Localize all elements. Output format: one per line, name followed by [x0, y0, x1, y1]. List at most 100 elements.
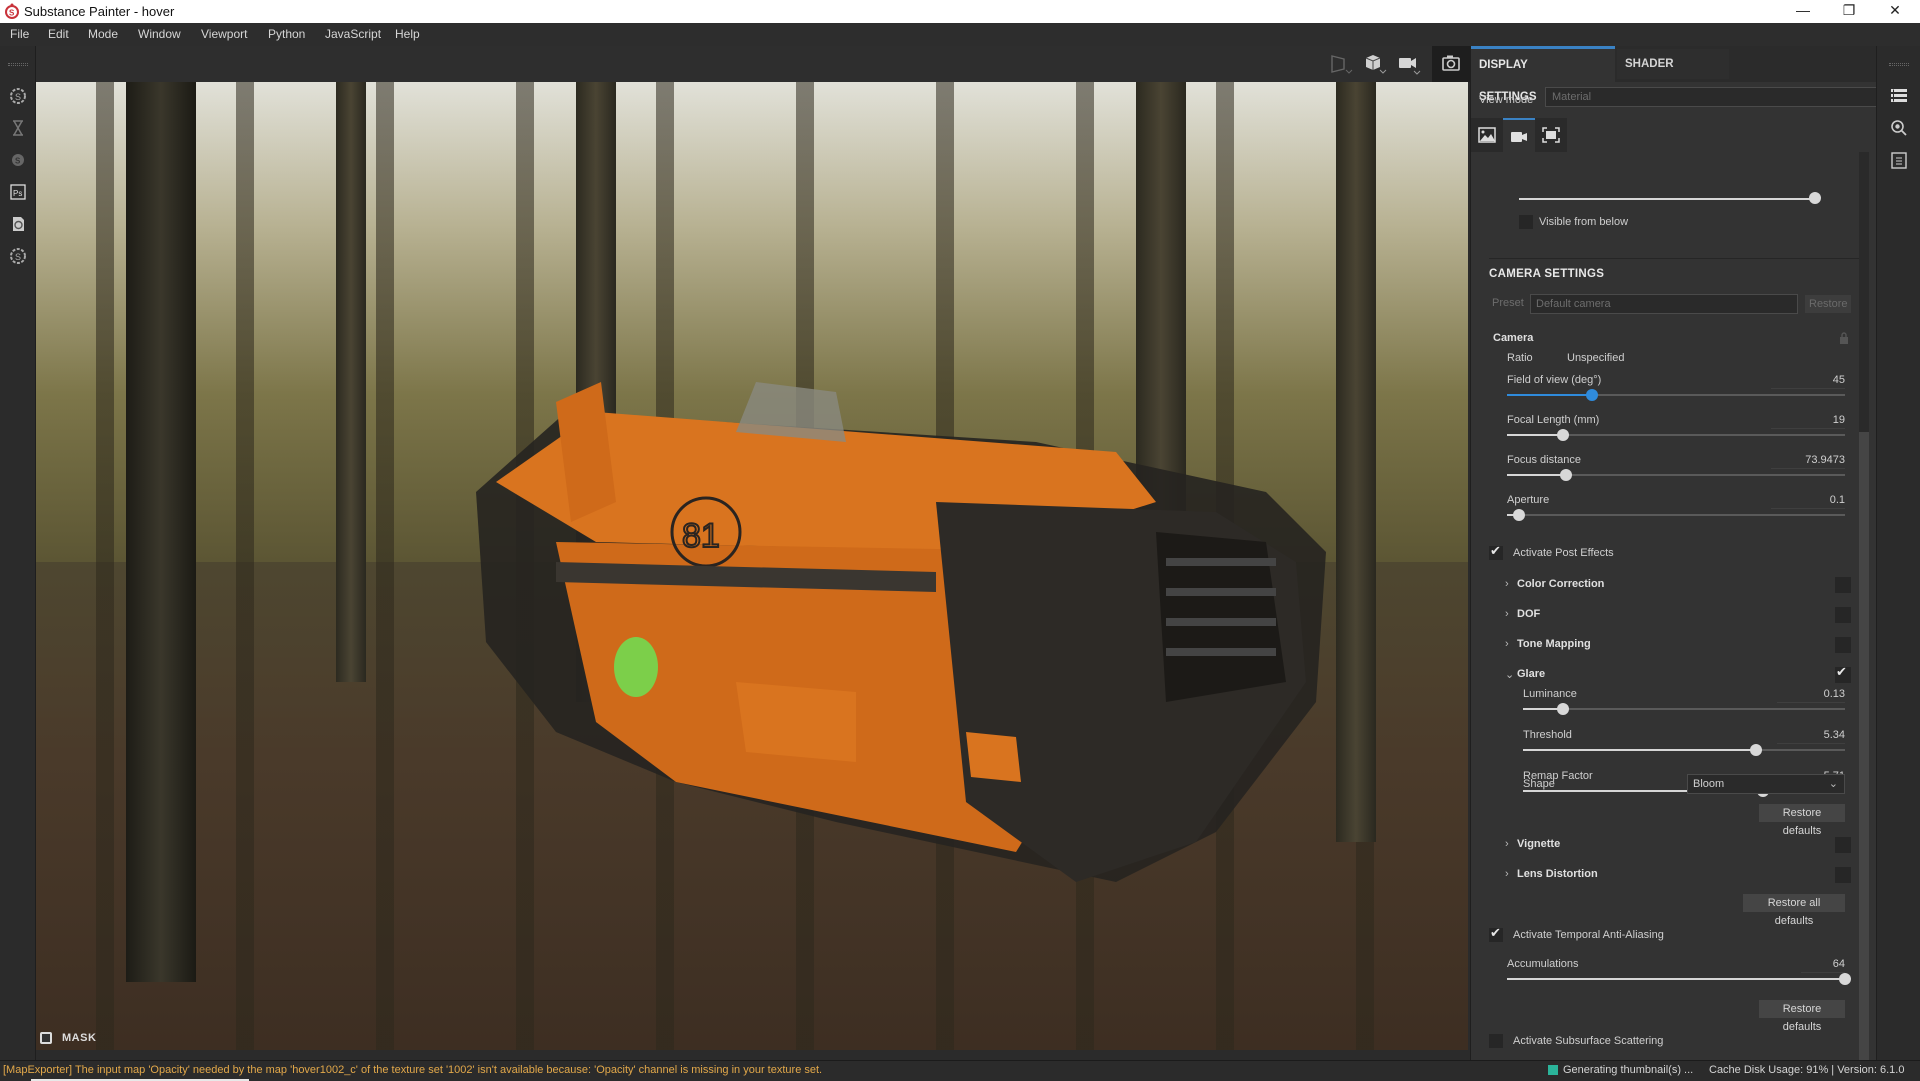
- glare-slider[interactable]: [1523, 703, 1845, 715]
- log-message[interactable]: [MapExporter] The input map 'Opacity' ne…: [3, 1064, 822, 1076]
- chevron-down-icon[interactable]: ⌄: [1505, 668, 1514, 681]
- search-resources-icon[interactable]: [1889, 118, 1909, 138]
- effect-enable-checkbox[interactable]: [1835, 867, 1851, 883]
- camera-slider-value[interactable]: 0.1: [1771, 494, 1845, 509]
- slider-knob[interactable]: [1839, 973, 1851, 985]
- left-plugin-toolbar: S S Ps S: [0, 46, 36, 1060]
- effect-group-label[interactable]: Vignette: [1517, 838, 1560, 850]
- sync-document-icon[interactable]: [8, 214, 28, 234]
- sss-checkbox[interactable]: [1489, 1034, 1503, 1048]
- chevron-right-icon[interactable]: ›: [1505, 838, 1509, 850]
- post-effects-checkbox[interactable]: ✔: [1489, 543, 1503, 560]
- chevron-right-icon[interactable]: ›: [1505, 638, 1509, 650]
- post-effects-label: Activate Post Effects: [1513, 547, 1614, 559]
- substance-gear-icon[interactable]: S: [8, 86, 28, 106]
- subtab-environment[interactable]: [1471, 118, 1503, 152]
- effect-enable-checkbox[interactable]: [1835, 577, 1851, 593]
- camera-slider[interactable]: [1507, 429, 1845, 441]
- dock-grip[interactable]: [1889, 63, 1909, 66]
- slider-knob[interactable]: [1560, 469, 1573, 481]
- taa-restore-defaults-button[interactable]: Restore defaults: [1759, 1000, 1845, 1033]
- chevron-right-icon[interactable]: ›: [1505, 608, 1509, 620]
- camera-slider[interactable]: [1507, 509, 1845, 521]
- effect-group-label[interactable]: Color Correction: [1517, 578, 1604, 590]
- accumulations-slider[interactable]: [1507, 973, 1851, 985]
- effect-group-label[interactable]: Glare: [1517, 668, 1545, 680]
- log-notes-icon[interactable]: [1889, 150, 1909, 170]
- restore-preset-button[interactable]: Restore: [1805, 295, 1851, 313]
- minimize-button[interactable]: —: [1780, 0, 1826, 23]
- glare-slider-label: Luminance: [1523, 688, 1577, 700]
- panel-scrollbar[interactable]: [1859, 152, 1869, 1060]
- perspective-icon[interactable]: [1328, 52, 1356, 76]
- activity-indicator-icon: [1548, 1065, 1558, 1075]
- visible-from-below-checkbox[interactable]: [1519, 215, 1533, 229]
- glare-slider[interactable]: [1523, 744, 1845, 756]
- camera-slider-label: Aperture: [1507, 494, 1550, 506]
- menu-mode[interactable]: Mode: [88, 27, 118, 41]
- view-mode-row: View mode Material: [1471, 82, 1887, 118]
- camera-preset-field[interactable]: Default camera: [1530, 294, 1798, 314]
- environment-slider[interactable]: [1519, 192, 1821, 204]
- photoshop-icon[interactable]: Ps: [8, 182, 28, 202]
- chevron-right-icon[interactable]: ›: [1505, 578, 1509, 590]
- glare-shape-value: Bloom: [1693, 778, 1725, 790]
- slider-knob[interactable]: [1512, 509, 1525, 521]
- mask-checkbox[interactable]: [40, 1032, 52, 1044]
- glare-restore-defaults-button[interactable]: Restore defaults: [1759, 804, 1845, 837]
- cube-icon[interactable]: [1362, 52, 1390, 76]
- view-mode-select[interactable]: Material: [1545, 87, 1887, 107]
- camera-slider-value[interactable]: 73.9473: [1771, 454, 1845, 469]
- substance-settings-icon[interactable]: S: [8, 246, 28, 266]
- slider-knob[interactable]: [1585, 389, 1598, 401]
- close-window-button[interactable]: ✕: [1872, 0, 1918, 23]
- menu-bar: File Edit Mode Window Viewport Python Ja…: [0, 23, 1920, 46]
- glare-slider-value[interactable]: 0.13: [1777, 688, 1845, 703]
- slider-knob[interactable]: [1809, 192, 1821, 204]
- maximize-button[interactable]: ❐: [1826, 0, 1872, 23]
- menu-file[interactable]: File: [10, 27, 29, 41]
- substance-logo-icon[interactable]: S: [8, 150, 28, 170]
- effect-enable-checkbox[interactable]: [1835, 607, 1851, 623]
- camera-slider-value[interactable]: 45: [1771, 374, 1845, 389]
- slider-knob[interactable]: [1556, 429, 1569, 441]
- glare-slider-value[interactable]: 5.34: [1777, 729, 1845, 744]
- glare-slider-label: Threshold: [1523, 729, 1572, 741]
- slider-knob[interactable]: [1557, 703, 1570, 715]
- layers-list-icon[interactable]: [1889, 86, 1909, 106]
- menu-viewport[interactable]: Viewport: [201, 27, 247, 41]
- menu-python[interactable]: Python: [268, 27, 305, 41]
- toolbar-grip[interactable]: [8, 63, 28, 66]
- camera-slider[interactable]: [1507, 469, 1845, 481]
- glare-shape-select[interactable]: Bloom ⌄: [1687, 774, 1845, 794]
- taa-checkbox[interactable]: ✔: [1489, 925, 1503, 942]
- effect-group-label[interactable]: Tone Mapping: [1517, 638, 1591, 650]
- accumulations-value[interactable]: 64: [1801, 958, 1845, 973]
- ratio-value[interactable]: Unspecified: [1567, 352, 1624, 364]
- lock-icon[interactable]: [1839, 332, 1849, 344]
- taa-label: Activate Temporal Anti-Aliasing: [1513, 929, 1664, 941]
- subtab-camera[interactable]: [1503, 118, 1535, 152]
- screenshot-button[interactable]: [1432, 46, 1470, 82]
- menu-help[interactable]: Help: [395, 27, 420, 41]
- 3d-viewport[interactable]: 81: [36, 82, 1468, 1050]
- menu-javascript[interactable]: JavaScript: [325, 27, 381, 41]
- slider-knob[interactable]: [1750, 744, 1763, 756]
- camera-slider-value[interactable]: 19: [1771, 414, 1845, 429]
- camera-video-icon[interactable]: [1396, 52, 1424, 76]
- tab-shader-settings[interactable]: SHADER SETTINGS: [1617, 49, 1729, 100]
- effect-enable-checkbox[interactable]: [1835, 837, 1851, 853]
- camera-slider[interactable]: [1507, 389, 1845, 401]
- effect-enable-checkbox[interactable]: ✔: [1835, 664, 1851, 683]
- menu-window[interactable]: Window: [138, 27, 181, 41]
- restore-all-defaults-button[interactable]: Restore all defaults: [1743, 894, 1845, 927]
- hourglass-icon[interactable]: [8, 118, 28, 138]
- effect-group-label[interactable]: Lens Distortion: [1517, 868, 1598, 880]
- scrollbar-thumb[interactable]: [1859, 432, 1869, 1060]
- menu-edit[interactable]: Edit: [48, 27, 69, 41]
- tab-display-settings[interactable]: DISPLAY SETTINGS✕: [1471, 46, 1615, 103]
- subtab-viewport[interactable]: [1535, 118, 1567, 152]
- chevron-right-icon[interactable]: ›: [1505, 868, 1509, 880]
- effect-group-label[interactable]: DOF: [1517, 608, 1540, 620]
- effect-enable-checkbox[interactable]: [1835, 637, 1851, 653]
